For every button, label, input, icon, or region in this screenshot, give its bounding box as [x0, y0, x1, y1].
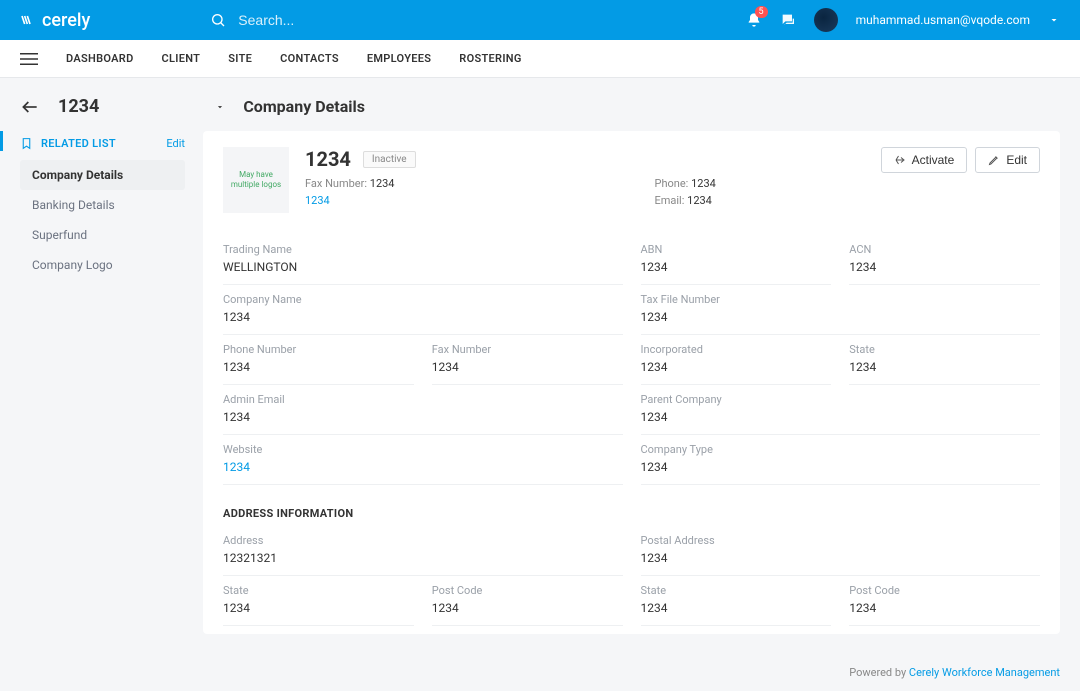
detail-grid: Trading Name WELLINGTON ABN 1234 ACN 123… — [223, 235, 1040, 626]
field-address: Address 12321321 — [223, 526, 623, 576]
footer-link[interactable]: Cerely Workforce Management — [909, 666, 1060, 679]
logo-mark-icon — [20, 12, 36, 28]
edit-button[interactable]: Edit — [975, 147, 1040, 173]
status-badge: Inactive — [363, 151, 416, 168]
search-input[interactable] — [238, 12, 438, 28]
notifications-button[interactable]: 5 — [746, 12, 762, 28]
user-email: muhammad.usman@vqode.com — [856, 13, 1030, 27]
company-link[interactable]: 1234 — [305, 194, 395, 207]
field-trading-name: Trading Name WELLINGTON — [223, 235, 623, 285]
footer: Powered by Cerely Workforce Management — [0, 654, 1080, 691]
navbar: DASHBOARD CLIENT SITE CONTACTS EMPLOYEES… — [0, 40, 1080, 78]
brand-logo[interactable]: cerely — [20, 10, 90, 31]
chevron-down-icon[interactable] — [1048, 14, 1060, 26]
related-header: RELATED LIST Edit — [20, 131, 185, 160]
sidebar-item-banking-details[interactable]: Banking Details — [20, 190, 185, 220]
nav-client[interactable]: CLIENT — [162, 52, 201, 65]
notification-badge: 5 — [755, 6, 768, 18]
related-edit-link[interactable]: Edit — [166, 137, 185, 150]
phone-meta: Phone: 1234 — [655, 177, 716, 190]
chat-icon[interactable] — [780, 12, 796, 28]
dropdown-caret-icon[interactable] — [215, 102, 225, 112]
field-admin-email: Admin Email 1234 — [223, 385, 623, 435]
field-company-name: Company Name 1234 — [223, 285, 623, 335]
search-icon — [210, 12, 226, 28]
sidebar-indicator — [0, 131, 3, 151]
nav-site[interactable]: SITE — [228, 52, 252, 65]
nav-rostering[interactable]: ROSTERING — [459, 52, 521, 65]
card-top: May have multiple logos 1234 Inactive Fa… — [223, 147, 1040, 213]
nav-contacts[interactable]: CONTACTS — [280, 52, 339, 65]
company-id: 1234 — [305, 147, 351, 171]
field-abn: ABN 1234 — [641, 235, 832, 285]
field-fax: Fax Number 1234 — [432, 335, 623, 385]
page-id: 1234 — [58, 96, 99, 117]
pencil-icon — [988, 154, 1000, 166]
page-header: 1234 Company Details — [0, 78, 1080, 131]
sidebar-item-company-details[interactable]: Company Details — [20, 160, 185, 190]
field-phone: Phone Number 1234 — [223, 335, 414, 385]
field-address-postcode2: Post Code 1234 — [849, 576, 1040, 626]
bookmark-icon — [20, 137, 33, 150]
field-address-state1: State 1234 — [223, 576, 414, 626]
main-card: May have multiple logos 1234 Inactive Fa… — [203, 131, 1060, 634]
email-meta: Email: 1234 — [655, 194, 716, 207]
field-address-postcode1: Post Code 1234 — [432, 576, 623, 626]
nav-dashboard[interactable]: DASHBOARD — [66, 52, 134, 65]
field-incorporated: Incorporated 1234 — [641, 335, 832, 385]
sidebar: RELATED LIST Edit Company Details Bankin… — [20, 131, 185, 634]
field-postal-address: Postal Address 1234 — [641, 526, 1041, 576]
field-tfn: Tax File Number 1234 — [641, 285, 1041, 335]
content: RELATED LIST Edit Company Details Bankin… — [0, 131, 1080, 654]
field-acn: ACN 1234 — [849, 235, 1040, 285]
search-wrap — [210, 12, 745, 28]
page-title: Company Details — [243, 97, 365, 116]
topbar: cerely 5 muhammad.usman@vqode.com — [0, 0, 1080, 40]
menu-icon[interactable] — [20, 52, 38, 66]
address-section-heading: ADDRESS INFORMATION — [223, 485, 1040, 526]
company-logo-placeholder: May have multiple logos — [223, 147, 289, 213]
field-state: State 1234 — [849, 335, 1040, 385]
sidebar-item-superfund[interactable]: Superfund — [20, 220, 185, 250]
field-company-type: Company Type 1234 — [641, 435, 1041, 485]
activate-icon — [894, 154, 906, 166]
fax-meta: Fax Number: 1234 — [305, 177, 395, 190]
field-parent-company: Parent Company 1234 — [641, 385, 1041, 435]
card-actions: Activate Edit — [881, 147, 1040, 173]
field-website: Website 1234 — [223, 435, 623, 485]
brand-name: cerely — [42, 10, 90, 31]
back-arrow-icon[interactable] — [20, 97, 40, 117]
avatar[interactable] — [814, 8, 838, 32]
related-title: RELATED LIST — [41, 137, 116, 150]
sidebar-item-company-logo[interactable]: Company Logo — [20, 250, 185, 280]
field-address-state2: State 1234 — [641, 576, 832, 626]
topbar-right: 5 muhammad.usman@vqode.com — [746, 8, 1060, 32]
nav-employees[interactable]: EMPLOYEES — [367, 52, 431, 65]
activate-button[interactable]: Activate — [881, 147, 968, 173]
